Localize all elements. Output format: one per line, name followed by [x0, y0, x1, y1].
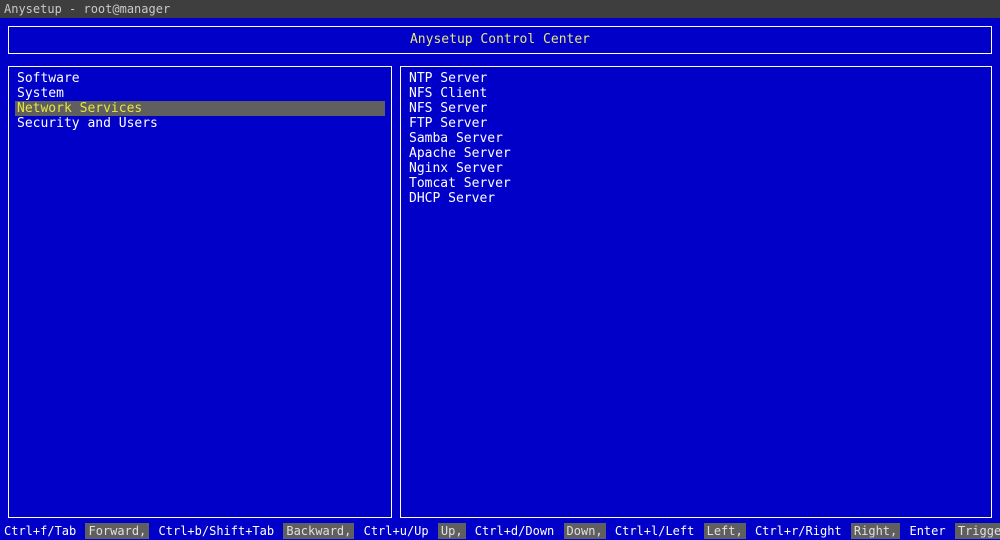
- header-title: Anysetup Control Center: [410, 32, 590, 47]
- hint-key: Ctrl+f/Tab: [2, 523, 78, 539]
- footer-hints: Ctrl+f/Tab Forward, Ctrl+b/Shift+Tab Bac…: [0, 522, 1000, 540]
- hint-key: Ctrl+r/Right: [753, 523, 844, 539]
- service-item[interactable]: DHCP Server: [407, 191, 985, 206]
- header-box: Anysetup Control Center: [8, 26, 992, 54]
- service-item[interactable]: Apache Server: [407, 146, 985, 161]
- hint-label: Backward,: [283, 523, 354, 539]
- services-panel: NTP ServerNFS ClientNFS ServerFTP Server…: [400, 66, 992, 518]
- category-panel: SoftwareSystemNetwork ServicesSecurity a…: [8, 66, 392, 518]
- hint-key: Ctrl+b/Shift+Tab: [157, 523, 277, 539]
- hint-label: Trigger,: [955, 523, 1000, 539]
- hint-key: Enter: [907, 523, 947, 539]
- hint-label: Left,: [704, 523, 746, 539]
- hint-key: Ctrl+u/Up: [362, 523, 431, 539]
- window-title: Anysetup - root@manager: [4, 2, 170, 16]
- service-item[interactable]: NFS Client: [407, 86, 985, 101]
- service-item[interactable]: NTP Server: [407, 71, 985, 86]
- hint-key: Ctrl+d/Down: [473, 523, 556, 539]
- service-item[interactable]: Samba Server: [407, 131, 985, 146]
- category-item[interactable]: System: [15, 86, 385, 101]
- window-titlebar: Anysetup - root@manager: [0, 0, 1000, 18]
- hint-label: Down,: [564, 523, 606, 539]
- service-item[interactable]: NFS Server: [407, 101, 985, 116]
- category-item[interactable]: Security and Users: [15, 116, 385, 131]
- service-item[interactable]: Nginx Server: [407, 161, 985, 176]
- service-item[interactable]: Tomcat Server: [407, 176, 985, 191]
- category-item[interactable]: Software: [15, 71, 385, 86]
- category-item[interactable]: Network Services: [15, 101, 385, 116]
- service-item[interactable]: FTP Server: [407, 116, 985, 131]
- hint-label: Up,: [438, 523, 466, 539]
- hint-label: Right,: [851, 523, 900, 539]
- hint-label: Forward,: [85, 523, 149, 539]
- app-surface: Anysetup Control Center SoftwareSystemNe…: [0, 18, 1000, 522]
- hint-key: Ctrl+l/Left: [613, 523, 696, 539]
